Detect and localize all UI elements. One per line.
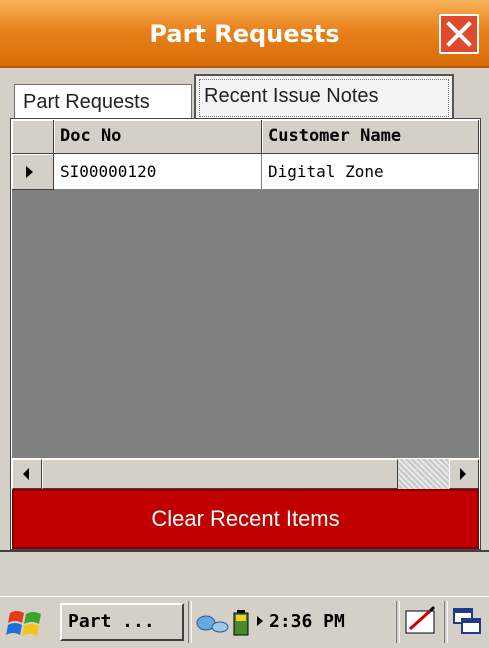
grid-corner-header [12, 120, 54, 154]
taskbar: Part ... 2:36 PM [0, 596, 489, 648]
status-area [0, 550, 489, 600]
close-button[interactable] [439, 14, 479, 54]
windows-start-icon[interactable] [6, 607, 46, 641]
title-bar: Part Requests [0, 0, 489, 68]
table-row[interactable]: SI00000120 Digital Zone [12, 154, 479, 190]
tab-recent-issue-notes[interactable]: Recent Issue Notes [194, 74, 454, 120]
arrow-left-icon [23, 468, 29, 480]
row-selector[interactable] [12, 154, 54, 190]
issue-notes-grid[interactable]: Doc No Customer Name SI00000120 Digital … [12, 120, 479, 458]
scroll-thumb[interactable] [42, 459, 398, 489]
close-icon [446, 21, 472, 47]
scroll-left-button[interactable] [12, 459, 42, 489]
tray-separator [188, 601, 192, 643]
arrow-right-icon [460, 468, 466, 480]
system-tray: 2:36 PM [188, 601, 487, 643]
cell-doc-no[interactable]: SI00000120 [54, 154, 262, 190]
clear-recent-items-button[interactable]: Clear Recent Items [12, 489, 479, 549]
column-header-customer-name[interactable]: Customer Name [262, 120, 479, 154]
network-icon[interactable] [196, 609, 230, 635]
cell-customer-name[interactable]: Digital Zone [262, 154, 479, 190]
tray-separator [444, 601, 448, 643]
horizontal-scrollbar[interactable] [12, 458, 479, 489]
tab-part-requests[interactable]: Part Requests [14, 84, 192, 118]
battery-icon[interactable] [230, 609, 252, 637]
tab-label: Recent Issue Notes [204, 85, 379, 107]
column-header-doc-no[interactable]: Doc No [54, 120, 262, 154]
scroll-track[interactable] [398, 459, 449, 489]
tray-separator [396, 601, 400, 643]
window-title: Part Requests [149, 20, 340, 48]
tab-strip: Part Requests Recent Issue Notes [0, 68, 489, 120]
input-panel-icon[interactable] [404, 605, 438, 637]
task-button-part[interactable]: Part ... [60, 603, 184, 641]
arrow-right-icon[interactable] [256, 615, 264, 627]
scroll-right-button[interactable] [449, 459, 479, 489]
tab-label: Part Requests [23, 91, 150, 113]
windows-switch-icon[interactable] [452, 605, 482, 637]
current-row-arrow-icon [26, 166, 33, 178]
clock[interactable]: 2:36 PM [269, 607, 345, 637]
